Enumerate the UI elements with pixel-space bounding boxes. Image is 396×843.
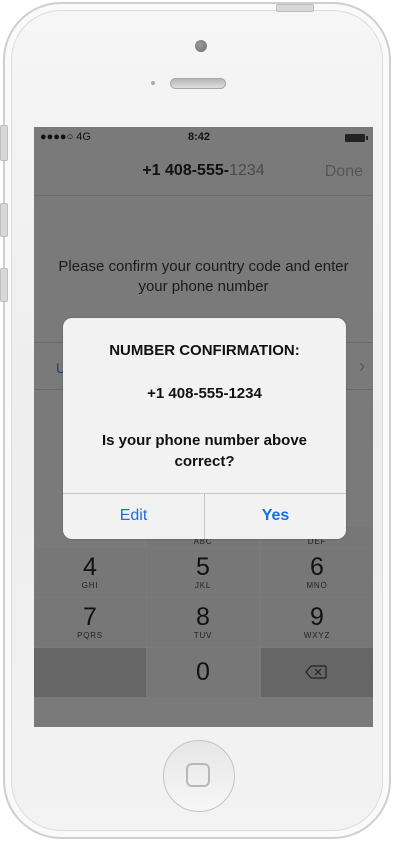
home-button[interactable]	[163, 740, 235, 812]
key-digit: 9	[310, 603, 324, 631]
status-bar: ●●●●○ 4G 8:42	[34, 127, 373, 149]
key-5[interactable]: 5 JKL	[147, 548, 259, 597]
chevron-right-icon: ›	[359, 356, 365, 376]
key-letters: PQRS	[77, 631, 103, 640]
yes-button[interactable]: Yes	[205, 493, 346, 539]
nav-title-prefix: +1 408-555-	[142, 162, 230, 179]
key-digit: 4	[83, 553, 97, 581]
key-letters: TUV	[193, 631, 213, 640]
key-0[interactable]: 0	[147, 648, 259, 697]
key-letters: JKL	[194, 581, 212, 590]
edit-button[interactable]: Edit	[63, 493, 204, 539]
key-digit: 7	[83, 603, 97, 631]
key-letters: MNO	[306, 581, 328, 590]
key-digit: 8	[196, 603, 210, 631]
status-time: 8:42	[188, 131, 211, 143]
keypad: ABC DEF 4 GHI 5 JKL 6 MNO 7 PQRS 8 TUV 9…	[34, 527, 373, 727]
key-letters: WXYZ	[303, 631, 331, 640]
key-6[interactable]: 6 MNO	[261, 548, 373, 597]
proximity-sensor	[151, 81, 155, 85]
backspace-icon	[305, 665, 327, 679]
power-button	[276, 4, 314, 12]
alert-phone-number: +1 408-555-1234	[147, 385, 262, 402]
navigation-bar: +1 408-555-1234 Done	[34, 149, 373, 196]
key-digit: 0	[196, 658, 210, 686]
alert-message: Is your phone number above correct?	[101, 432, 308, 470]
delete-key[interactable]	[261, 648, 373, 697]
mute-switch	[0, 125, 8, 161]
done-button[interactable]: Done	[325, 163, 363, 181]
volume-down-button	[0, 268, 8, 302]
signal-indicator: ●●●●○ 4G	[40, 131, 91, 143]
volume-up-button	[0, 203, 8, 237]
nav-title-suffix: 1234	[229, 162, 265, 179]
earpiece-speaker	[170, 78, 226, 89]
key-letters: GHI	[81, 581, 99, 590]
front-camera	[195, 40, 207, 52]
key-blank	[34, 648, 146, 697]
instructions-text: Please confirm your country code and ent…	[58, 258, 349, 295]
key-digit: 6	[310, 553, 324, 581]
battery-icon	[345, 134, 368, 142]
key-8[interactable]: 8 TUV	[147, 598, 259, 647]
key-digit: 5	[196, 553, 210, 581]
key-4[interactable]: 4 GHI	[34, 548, 146, 597]
key-7[interactable]: 7 PQRS	[34, 598, 146, 647]
alert-title: NUMBER CONFIRMATION:	[109, 342, 300, 359]
confirmation-alert: NUMBER CONFIRMATION: +1 408-555-1234 Is …	[63, 318, 346, 539]
nav-title: +1 408-555-1234	[34, 162, 373, 180]
key-9[interactable]: 9 WXYZ	[261, 598, 373, 647]
home-square-icon	[186, 763, 210, 787]
